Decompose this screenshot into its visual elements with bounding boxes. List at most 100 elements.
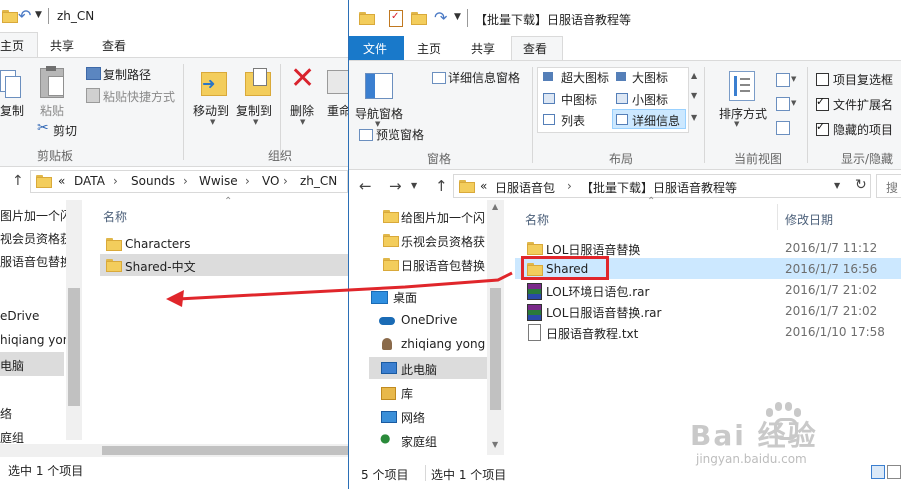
- window-title: zh_CN: [57, 9, 95, 23]
- nav-item[interactable]: 乐视会员资格获: [401, 233, 485, 250]
- breadcrumb-vo[interactable]: VO: [262, 174, 279, 188]
- sort-up-icon: ⌃: [647, 196, 656, 207]
- column-header-name[interactable]: 名称: [525, 211, 549, 228]
- move-to-button[interactable]: 移动到: [193, 102, 229, 119]
- item-checkbox-checkbox[interactable]: [816, 73, 829, 86]
- delete-button[interactable]: 删除: [290, 102, 314, 119]
- breadcrumb-current[interactable]: 【批量下载】日服语音教程等: [581, 179, 737, 196]
- nav-item-network[interactable]: 络: [0, 405, 12, 422]
- chevron-down-icon[interactable]: ▼: [35, 10, 42, 20]
- forward-arrow-icon[interactable]: →: [389, 177, 402, 195]
- nav-scroll-up-icon[interactable]: ▲: [492, 202, 498, 211]
- column-header-date[interactable]: 修改日期: [785, 211, 833, 228]
- breadcrumb-separator[interactable]: ›: [183, 174, 188, 188]
- group-show-hide-label: 显示/隐藏: [841, 152, 894, 166]
- nav-item[interactable]: 服语音包替换: [0, 253, 72, 270]
- layout-l-icons[interactable]: 大图标: [632, 69, 668, 86]
- group-by-icon[interactable]: [776, 73, 790, 87]
- sort-by-button[interactable]: 排序方式: [719, 105, 767, 122]
- breadcrumb-overflow[interactable]: «: [58, 174, 65, 188]
- nav-item-network[interactable]: 网络: [401, 409, 425, 426]
- breadcrumb-separator[interactable]: ›: [283, 174, 288, 188]
- tab-home[interactable]: 主页: [417, 40, 441, 57]
- nav-item[interactable]: 视会员资格获: [0, 230, 72, 247]
- copy-path-button[interactable]: 复制路径: [103, 66, 151, 83]
- rar-icon: [527, 304, 542, 321]
- gallery-scroll-up-icon[interactable]: ▲: [691, 71, 697, 80]
- group-by-dropdown-icon[interactable]: ▼: [791, 75, 796, 83]
- redo-icon[interactable]: ↷: [434, 8, 447, 27]
- delete-dropdown-icon[interactable]: ▼: [300, 118, 305, 126]
- chevron-down-icon[interactable]: ▼: [454, 12, 461, 22]
- add-columns-icon[interactable]: [776, 97, 790, 111]
- breadcrumb-sounds[interactable]: Sounds: [131, 174, 175, 188]
- file-date: 2016/1/7 21:02: [785, 304, 878, 318]
- layout-xl-icons[interactable]: 超大图标: [561, 69, 609, 86]
- up-arrow-icon[interactable]: ↑: [12, 173, 24, 189]
- tab-view[interactable]: 查看: [102, 37, 126, 54]
- nav-item[interactable]: 给图片加一个闪: [401, 209, 485, 226]
- nav-item-user[interactable]: zhiqiang yong: [401, 337, 485, 351]
- new-folder-icon[interactable]: [411, 12, 427, 25]
- nav-item-onedrive[interactable]: eDrive: [0, 309, 39, 323]
- add-columns-dropdown-icon[interactable]: ▼: [791, 99, 796, 107]
- breadcrumb-separator[interactable]: ›: [113, 174, 118, 188]
- details-pane-button[interactable]: 详细信息窗格: [448, 69, 520, 86]
- nav-scrollbar-thumb[interactable]: [68, 288, 80, 406]
- file-item-shared-zh[interactable]: Shared-中文: [125, 258, 196, 275]
- refresh-icon[interactable]: ↻: [855, 177, 867, 193]
- gallery-expand-icon[interactable]: ▼: [691, 113, 697, 122]
- layout-s-icons[interactable]: 小图标: [632, 91, 668, 108]
- column-header-name[interactable]: 名称: [103, 208, 127, 225]
- delete-icon: ✕: [290, 61, 316, 96]
- tab-share[interactable]: 共享: [471, 40, 495, 57]
- file-name[interactable]: 日服语音教程.txt: [546, 325, 638, 342]
- layout-m-icons[interactable]: 中图标: [561, 91, 597, 108]
- undo-icon[interactable]: ↶: [18, 6, 31, 25]
- preview-pane-button[interactable]: 预览窗格: [376, 126, 424, 143]
- layout-list[interactable]: 列表: [561, 112, 585, 129]
- nav-item[interactable]: 日服语音包替换: [401, 257, 485, 274]
- hidden-items-label: 隐藏的项目: [833, 123, 894, 137]
- paste-button[interactable]: 粘贴: [40, 102, 64, 119]
- nav-item-this-pc[interactable]: 电脑: [0, 357, 24, 374]
- cut-button[interactable]: 剪切: [53, 122, 77, 139]
- nav-item[interactable]: 图片加一个闪: [0, 207, 72, 224]
- breadcrumb-overflow[interactable]: «: [480, 179, 487, 193]
- right-nav-pane: 给图片加一个闪 乐视会员资格获 日服语音包替换 桌面 OneDrive zhiq…: [349, 200, 505, 455]
- file-name[interactable]: LOL日服语音替换.rar: [546, 304, 661, 321]
- copy-to-button[interactable]: 复制到: [236, 102, 272, 119]
- breadcrumb-zh-cn[interactable]: zh_CN: [300, 174, 337, 188]
- nav-item-library[interactable]: 库: [401, 385, 413, 402]
- breadcrumb-separator[interactable]: ›: [567, 179, 572, 193]
- address-dropdown-icon[interactable]: ▼: [834, 181, 840, 190]
- move-to-dropdown-icon[interactable]: ▼: [210, 118, 215, 126]
- copy-to-dropdown-icon[interactable]: ▼: [253, 118, 258, 126]
- breadcrumb-separator[interactable]: ›: [245, 174, 250, 188]
- nav-scrollbar-thumb[interactable]: [490, 288, 501, 410]
- size-columns-icon[interactable]: [776, 121, 790, 135]
- file-item-characters[interactable]: Characters: [125, 237, 191, 251]
- copy-icon[interactable]: [0, 70, 21, 100]
- nav-item-this-pc[interactable]: 此电脑: [401, 361, 437, 378]
- sort-by-dropdown-icon[interactable]: ▼: [734, 120, 739, 128]
- breadcrumb-data[interactable]: DATA: [74, 174, 105, 188]
- tab-share[interactable]: 共享: [50, 37, 74, 54]
- gallery-scroll-down-icon[interactable]: ▼: [691, 91, 697, 100]
- up-arrow-icon[interactable]: ↑: [435, 177, 448, 195]
- file-name[interactable]: LOL环境日语包.rar: [546, 283, 649, 300]
- copy-button[interactable]: 复制: [0, 102, 24, 119]
- nav-item-onedrive[interactable]: OneDrive: [401, 313, 457, 327]
- breadcrumb-jp-voice-pack[interactable]: 日服语音包: [495, 179, 555, 196]
- breadcrumb-wwise[interactable]: Wwise: [199, 174, 238, 188]
- paste-shortcut-button[interactable]: 粘贴快捷方式: [103, 88, 175, 105]
- recent-locations-icon[interactable]: ▼: [411, 181, 417, 190]
- nav-item-homegroup[interactable]: 家庭组: [401, 433, 437, 450]
- computer-icon: [381, 362, 397, 374]
- nav-item-desktop[interactable]: 桌面: [393, 289, 417, 306]
- nav-scroll-down-icon[interactable]: ▼: [492, 440, 498, 449]
- back-arrow-icon[interactable]: ←: [359, 177, 372, 195]
- check-mark-icon: ✓: [816, 120, 826, 133]
- horizontal-scrollbar-thumb[interactable]: [102, 446, 348, 455]
- left-tab-bar: 主页 共享 查看: [0, 32, 348, 58]
